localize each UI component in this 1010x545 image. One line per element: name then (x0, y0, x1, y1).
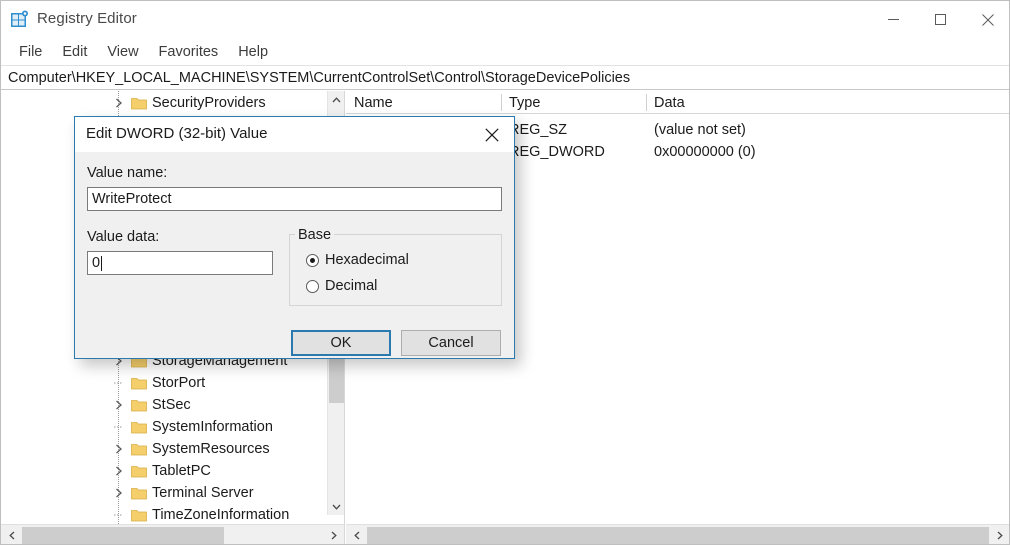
window-title: Registry Editor (37, 10, 137, 27)
tree-item-securityproviders[interactable]: SecurityProviders (1, 92, 327, 114)
tree-item-label: Terminal Server (152, 485, 254, 501)
tree-scroll-thumb[interactable] (329, 353, 344, 403)
tree-leaf-marker (112, 504, 126, 526)
tree-item-label: SecurityProviders (152, 95, 266, 111)
folder-icon (131, 96, 147, 110)
tree-item-label: StSec (152, 397, 191, 413)
tree-horizontal-scrollbar[interactable] (1, 524, 344, 544)
tree-item-label: SystemResources (152, 441, 270, 457)
folder-icon (131, 376, 147, 390)
folder-icon (131, 464, 147, 478)
tree-item-label: SystemInformation (152, 419, 273, 435)
base-groupbox (289, 234, 502, 306)
value-type-cell: REG_SZ (509, 122, 568, 138)
scroll-left-button[interactable] (346, 525, 367, 544)
edit-dword-dialog: Edit DWORD (32-bit) Value Value name: Wr… (74, 116, 515, 359)
folder-icon (131, 508, 147, 522)
dialog-close-button[interactable] (470, 117, 514, 152)
close-button[interactable] (964, 1, 1009, 38)
tree-item-label: TabletPC (152, 463, 211, 479)
maximize-button[interactable] (917, 1, 964, 38)
tree-item-terminal-server[interactable]: Terminal Server (1, 482, 327, 504)
column-header-name[interactable]: Name (346, 91, 501, 114)
tree-item-storport[interactable]: StorPort (1, 372, 327, 394)
folder-icon (131, 486, 147, 500)
menu-item-favorites[interactable]: Favorites (149, 42, 229, 62)
tree-item-stsec[interactable]: StSec (1, 394, 327, 416)
radio-selected-icon[interactable] (306, 253, 319, 267)
value-name-text: WriteProtect (92, 191, 172, 207)
value-data-input[interactable]: 0 (87, 251, 273, 275)
scroll-down-button[interactable] (328, 498, 344, 515)
column-header-data[interactable]: Data (646, 91, 1009, 114)
address-bar[interactable]: Computer\HKEY_LOCAL_MACHINE\SYSTEM\Curre… (1, 65, 1009, 90)
close-icon (485, 127, 499, 142)
tree-hscroll-thumb[interactable] (22, 527, 224, 544)
chevron-right-icon[interactable] (112, 394, 126, 416)
chevron-right-icon[interactable] (112, 438, 126, 460)
window-controls (870, 1, 1009, 38)
maximize-icon (935, 14, 946, 25)
tree-leaf-marker (112, 416, 126, 438)
value-type-cell: REG_DWORD (509, 144, 605, 160)
minimize-icon (888, 19, 899, 20)
dialog-title-bar: Edit DWORD (32-bit) Value (75, 117, 514, 152)
scroll-right-button[interactable] (989, 525, 1009, 544)
registry-editor-window: Registry Editor File Edit View Favorites… (0, 0, 1010, 545)
tree-item-label: StorPort (152, 375, 206, 391)
chevron-right-icon[interactable] (112, 460, 126, 482)
column-header-type[interactable]: Type (501, 91, 646, 114)
title-bar: Registry Editor (1, 1, 1009, 38)
tree-leaf-marker (112, 372, 126, 394)
value-data-label: Value data: (87, 229, 160, 245)
registry-path: Computer\HKEY_LOCAL_MACHINE\SYSTEM\Curre… (8, 69, 631, 86)
tree-item-timezoneinformation[interactable]: TimeZoneInformation (1, 504, 327, 526)
radio-unselected-icon[interactable] (306, 279, 319, 293)
value-data-cell: (value not set) (654, 122, 746, 138)
values-column-header: Name Type Data (346, 91, 1009, 114)
close-icon (981, 13, 994, 26)
menu-item-help[interactable]: Help (228, 42, 278, 62)
chevron-right-icon[interactable] (112, 92, 126, 114)
cancel-button[interactable]: Cancel (401, 330, 501, 356)
registry-editor-icon (10, 10, 29, 29)
dialog-title: Edit DWORD (32-bit) Value (86, 125, 268, 142)
radio-hexadecimal-label: Hexadecimal (325, 252, 409, 268)
value-name-label: Value name: (87, 165, 168, 181)
scroll-left-button[interactable] (1, 525, 22, 544)
base-legend: Base (295, 227, 335, 243)
menu-item-edit[interactable]: Edit (52, 42, 97, 62)
folder-icon (131, 442, 147, 456)
folder-icon (131, 420, 147, 434)
folder-icon (131, 398, 147, 412)
tree-item-systeminformation[interactable]: SystemInformation (1, 416, 327, 438)
tree-item-label: TimeZoneInformation (152, 507, 290, 523)
menu-bar: File Edit View Favorites Help (1, 38, 1009, 65)
menu-item-view[interactable]: View (97, 42, 148, 62)
dialog-body: Value name: WriteProtect Value data: 0 B… (75, 152, 514, 358)
values-hscroll-thumb[interactable] (367, 527, 989, 544)
value-data-cell: 0x00000000 (0) (654, 144, 756, 160)
chevron-right-icon[interactable] (112, 482, 126, 504)
value-name-input[interactable]: WriteProtect (87, 187, 502, 211)
tree-item-systemresources[interactable]: SystemResources (1, 438, 327, 460)
minimize-button[interactable] (870, 1, 917, 38)
scroll-right-button[interactable] (323, 525, 344, 544)
radio-hexadecimal[interactable]: Hexadecimal (306, 252, 409, 268)
menu-item-file[interactable]: File (9, 42, 52, 62)
scroll-up-button[interactable] (328, 91, 344, 108)
radio-decimal[interactable]: Decimal (306, 278, 377, 294)
tree-item-tabletpc[interactable]: TabletPC (1, 460, 327, 482)
value-data-text: 0 (92, 255, 101, 271)
radio-decimal-label: Decimal (325, 278, 378, 294)
text-caret (101, 255, 103, 271)
values-horizontal-scrollbar[interactable] (346, 524, 1009, 544)
ok-button[interactable]: OK (291, 330, 391, 356)
